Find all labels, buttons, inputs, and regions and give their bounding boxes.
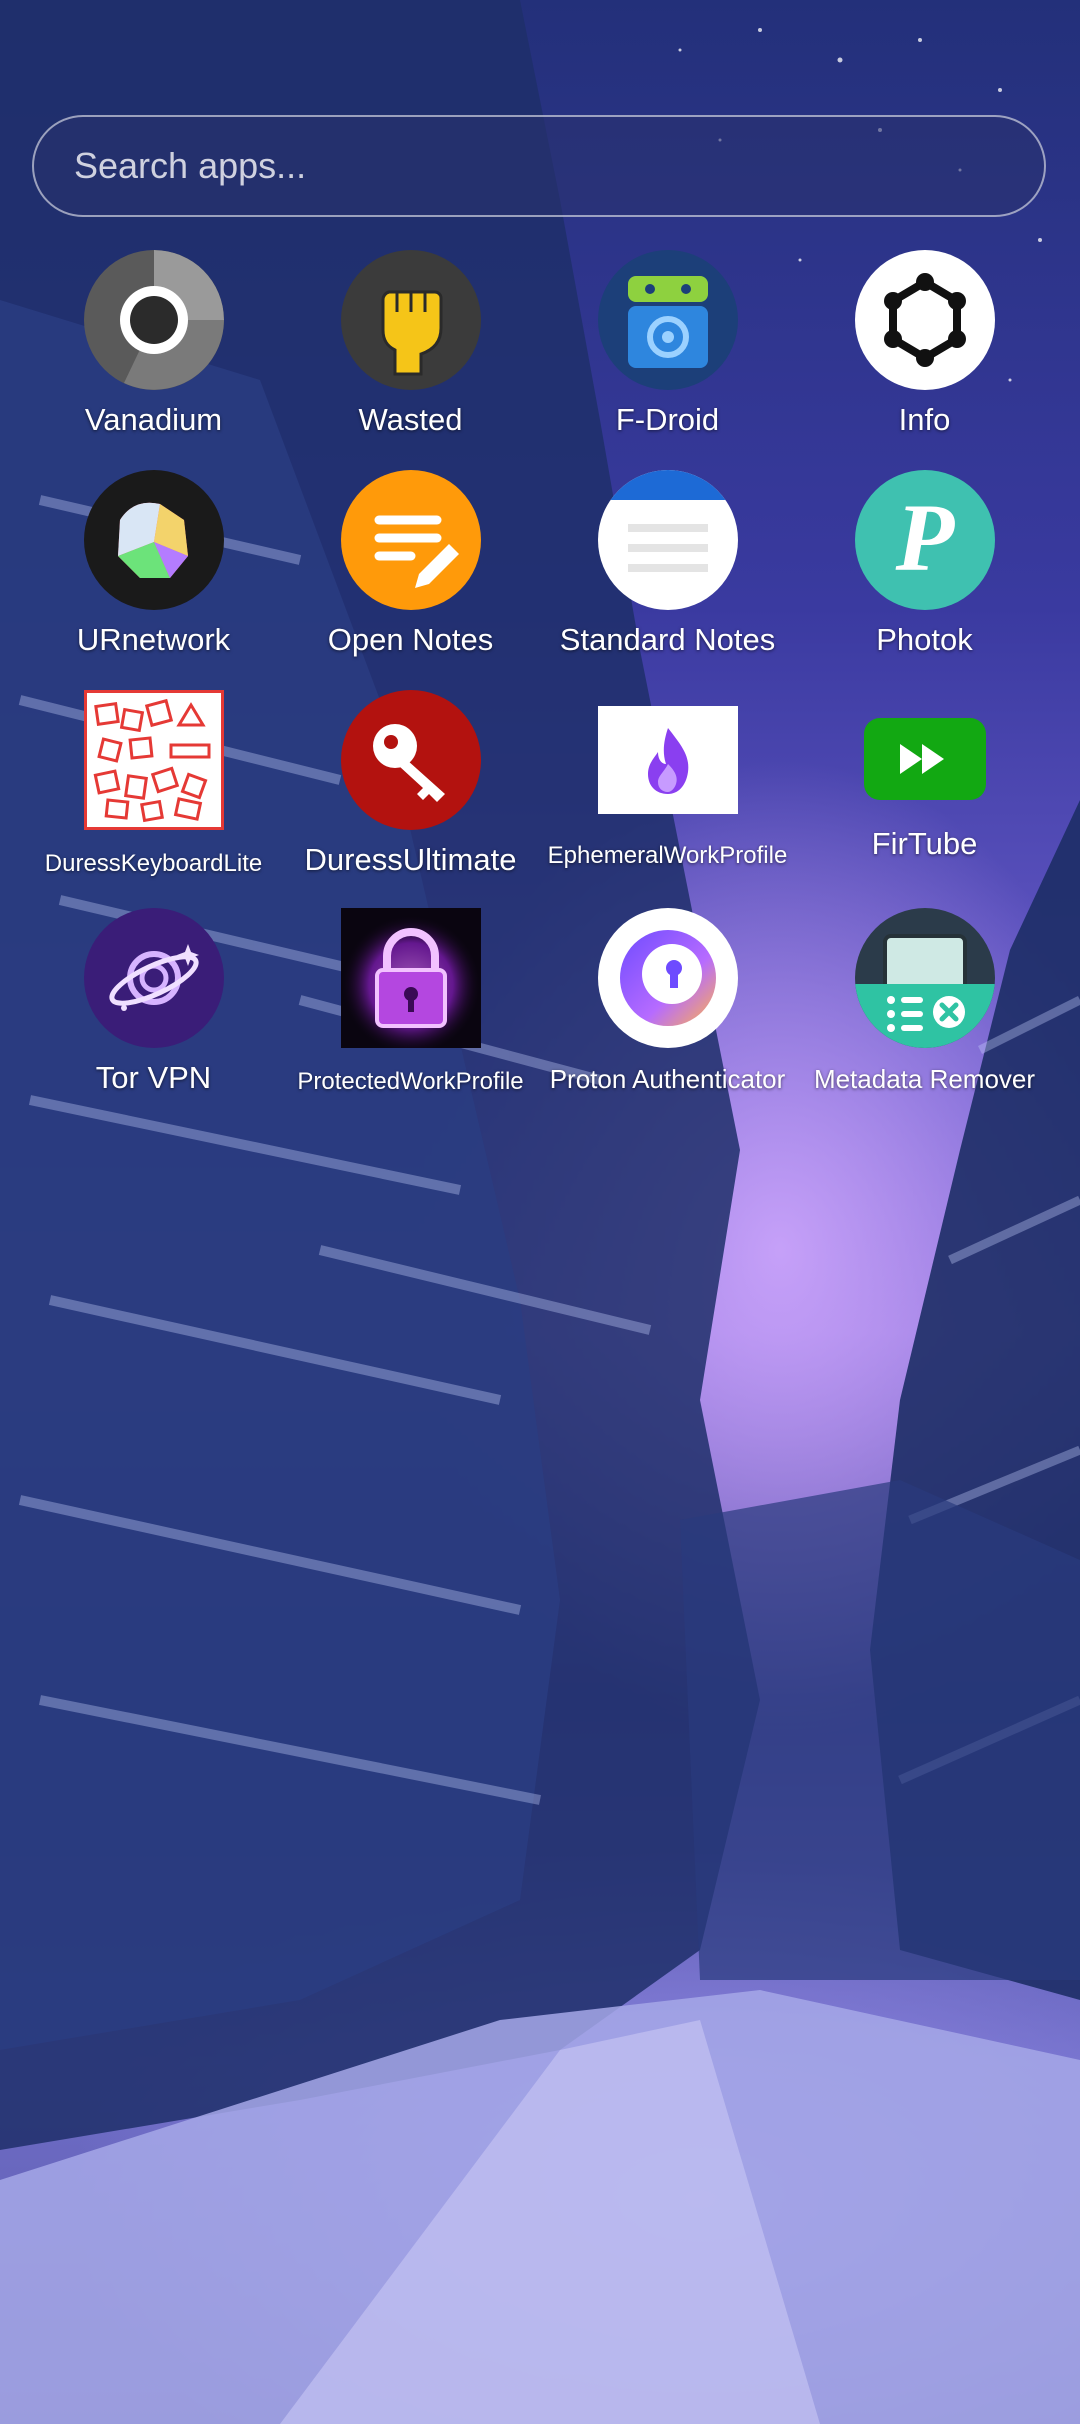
app-standard-notes[interactable]: Standard Notes [539, 470, 796, 658]
hexagon-molecule-icon [854, 250, 995, 390]
search-input[interactable] [72, 144, 1044, 188]
metadata-remover-icon [854, 908, 995, 1048]
app-wasted[interactable]: Wasted [282, 250, 539, 438]
app-duress-keyboard-lite[interactable]: DuressKeyboardLite [25, 690, 282, 878]
app-photok[interactable]: P Photok [796, 470, 1053, 658]
purple-lock-icon [340, 908, 481, 1048]
raised-fist-icon [340, 250, 481, 390]
app-label: Tor VPN [95, 1060, 212, 1095]
app-label: Proton Authenticator [549, 1064, 786, 1094]
app-fdroid[interactable]: F-Droid [539, 250, 796, 438]
app-label: DuressUltimate [304, 842, 517, 877]
app-duress-ultimate[interactable]: DuressUltimate [282, 690, 539, 878]
note-pencil-icon [340, 470, 481, 610]
app-label: DuressKeyboardLite [44, 850, 263, 877]
duress-keyboard-icon [83, 690, 224, 830]
app-label: Metadata Remover [813, 1064, 1036, 1094]
app-proton-authenticator[interactable]: Proton Authenticator [539, 908, 796, 1095]
photok-p-icon: P [854, 470, 995, 610]
app-label: EphemeralWorkProfile [547, 842, 788, 869]
app-label: ProtectedWorkProfile [297, 1068, 524, 1095]
app-label: Info [898, 402, 951, 437]
app-label: Open Notes [327, 622, 494, 657]
app-info[interactable]: Info [796, 250, 1053, 438]
svg-text:P: P [894, 484, 955, 591]
flame-icon [597, 706, 738, 814]
app-label: F-Droid [615, 402, 720, 437]
app-label: Standard Notes [559, 622, 776, 657]
notes-lines-icon [597, 470, 738, 610]
app-firtube[interactable]: FirTube [796, 690, 1053, 862]
app-metadata-remover[interactable]: Metadata Remover [796, 908, 1053, 1095]
key-icon [340, 690, 481, 830]
app-label: FirTube [871, 826, 978, 861]
app-label: Photok [876, 622, 973, 657]
app-tor-vpn[interactable]: Tor VPN [25, 908, 282, 1096]
app-label: Wasted [358, 402, 463, 437]
app-label: Vanadium [84, 402, 223, 437]
app-ephemeral-work-profile[interactable]: EphemeralWorkProfile [539, 690, 796, 870]
app-open-notes[interactable]: Open Notes [282, 470, 539, 658]
search-bar[interactable] [32, 115, 1046, 217]
fast-forward-icon [863, 718, 986, 800]
fdroid-robot-icon [597, 250, 738, 390]
urnetwork-icon [83, 470, 224, 610]
vanadium-icon [83, 250, 224, 390]
proton-auth-icon [597, 908, 738, 1048]
planet-icon [83, 908, 224, 1048]
app-label: URnetwork [76, 622, 231, 657]
app-urnetwork[interactable]: URnetwork [25, 470, 282, 658]
app-vanadium[interactable]: Vanadium [25, 250, 282, 438]
app-protected-work-profile[interactable]: ProtectedWorkProfile [282, 908, 539, 1096]
